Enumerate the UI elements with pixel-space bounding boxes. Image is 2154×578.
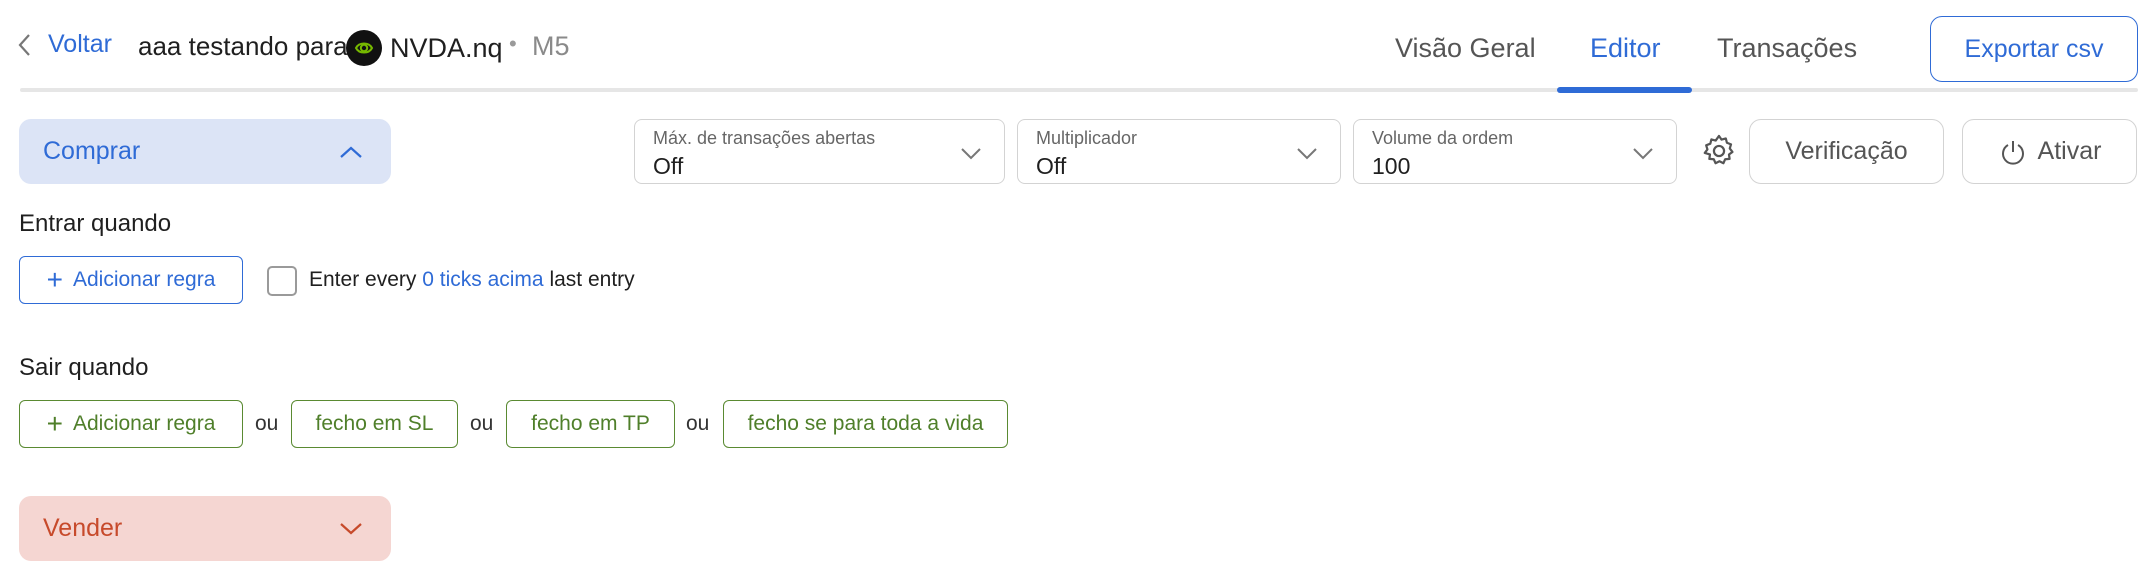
sell-label: Vender	[43, 514, 123, 542]
symbol-block: NVDA.nq	[346, 30, 503, 66]
multiplier-label: Multiplicador	[1036, 128, 1138, 148]
export-csv-button[interactable]: Exportar csv	[1930, 16, 2138, 82]
top-bar: Voltar aaa testando para NVDA.nq • M5 Vi…	[0, 0, 2154, 98]
tabs-divider	[20, 88, 2138, 92]
max-open-trades-select[interactable]: Máx. de transações abertas Off	[634, 119, 1005, 184]
chevron-down-icon	[340, 522, 362, 534]
exit-rule-sl[interactable]: fecho em SL	[291, 400, 458, 448]
max-open-trades-label: Máx. de transações abertas	[653, 128, 876, 148]
enter-every-text: Enter every 0 ticks acima last entry	[309, 268, 635, 292]
multiplier-select[interactable]: Multiplicador Off	[1017, 119, 1341, 184]
separator-dot: •	[509, 31, 517, 56]
chevron-up-icon	[340, 146, 362, 158]
tab-transactions[interactable]: Transações	[1717, 33, 1857, 64]
enter-every-checkbox[interactable]	[267, 266, 297, 296]
enter-when-heading: Entrar quando	[19, 210, 172, 237]
exit-when-heading: Sair quando	[19, 354, 149, 381]
tab-editor[interactable]: Editor	[1590, 33, 1661, 64]
or-separator: ou	[255, 412, 279, 435]
order-volume-label: Volume da ordem	[1372, 128, 1514, 148]
enter-every-prefix: Enter every	[309, 268, 417, 291]
add-rule-label: Adicionar regra	[72, 412, 216, 435]
add-exit-rule-button[interactable]: + Adicionar regra	[19, 400, 243, 448]
add-entry-rule-button[interactable]: + Adicionar regra	[19, 256, 243, 304]
multiplier-value: Off	[1036, 153, 1067, 179]
ticks-above-link[interactable]: 0 ticks acima	[422, 268, 543, 291]
strategy-title: aaa testando para	[138, 31, 348, 61]
buy-section-toggle[interactable]: Comprar	[19, 119, 391, 184]
activate-button[interactable]: Ativar	[1962, 119, 2137, 184]
active-tab-indicator	[1557, 87, 1692, 93]
chevron-down-icon	[961, 148, 981, 160]
or-separator: ou	[470, 412, 494, 435]
verification-button[interactable]: Verificação	[1749, 119, 1944, 184]
order-volume-select[interactable]: Volume da ordem 100	[1353, 119, 1677, 184]
nvidia-logo-icon	[346, 30, 382, 66]
or-separator: ou	[686, 412, 710, 435]
back-link[interactable]: Voltar	[16, 30, 112, 59]
chevron-down-icon	[1297, 148, 1317, 160]
power-icon	[2001, 140, 2024, 165]
symbol-name: NVDA.nq	[390, 32, 503, 63]
order-volume-value: 100	[1372, 153, 1411, 179]
tab-overview[interactable]: Visão Geral	[1395, 33, 1536, 64]
gear-icon[interactable]	[1700, 132, 1738, 170]
max-open-trades-value: Off	[653, 153, 684, 179]
back-label: Voltar	[48, 30, 112, 58]
chevron-left-icon	[18, 33, 30, 56]
timeframe-label: M5	[532, 31, 570, 61]
buy-label: Comprar	[43, 137, 141, 165]
add-rule-label: Adicionar regra	[72, 268, 216, 291]
activate-label: Ativar	[2037, 137, 2102, 165]
enter-every-suffix: last entry	[549, 268, 635, 291]
sell-section-toggle[interactable]: Vender	[19, 496, 391, 561]
exit-rule-lifetime[interactable]: fecho se para toda a vida	[723, 400, 1008, 448]
plus-icon: +	[46, 264, 63, 295]
chevron-down-icon	[1633, 148, 1653, 160]
exit-rule-tp[interactable]: fecho em TP	[506, 400, 675, 448]
plus-icon: +	[46, 408, 63, 439]
